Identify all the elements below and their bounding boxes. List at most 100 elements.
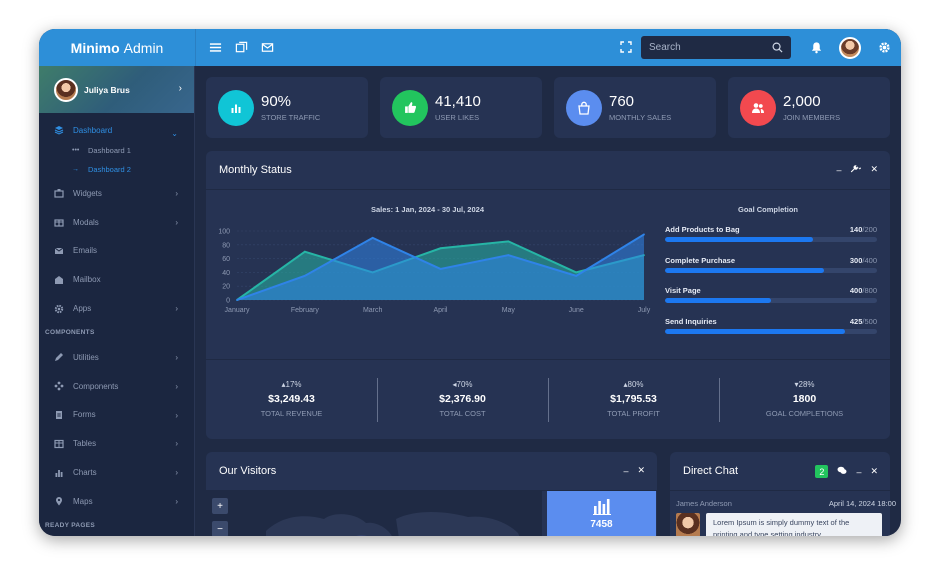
- chevron-right-icon: ›: [175, 381, 178, 391]
- hamburger-menu-icon[interactable]: [208, 41, 222, 55]
- sidebar-item-maps[interactable]: Maps ›: [39, 487, 194, 516]
- visitor-count-panel: 7458: [547, 491, 656, 536]
- brand-bold: Minimo: [70, 39, 120, 56]
- y-tick-label: 40: [222, 270, 230, 277]
- fullscreen-icon[interactable]: [620, 41, 632, 53]
- sidebar-item-apps[interactable]: Apps ›: [39, 294, 194, 323]
- sidebar-item-widgets[interactable]: Widgets ›: [39, 179, 194, 208]
- stat-card-monthly-sales: 760 MONTHLY SALES: [554, 77, 716, 138]
- goal-progress-fill: [665, 298, 771, 303]
- chevron-down-icon: ⌄: [171, 129, 178, 138]
- x-tick-label: January: [225, 307, 250, 314]
- summary-percent: 70%: [456, 379, 473, 389]
- stat-label: STORE TRAFFIC: [261, 113, 321, 122]
- bell-icon[interactable]: [809, 41, 823, 55]
- goal-total: /500: [862, 317, 877, 326]
- sidebar-subitem-dashboard-1[interactable]: ••• Dashboard 1: [39, 141, 194, 160]
- goal-progress-bar: [665, 237, 877, 242]
- goal-progress-fill: [665, 268, 824, 273]
- y-tick-label: 80: [222, 242, 230, 249]
- data-point: [643, 233, 645, 236]
- brand-rest: Admin: [123, 39, 164, 56]
- gear-icon[interactable]: [877, 41, 891, 55]
- zoom-in-button[interactable]: +: [212, 498, 228, 514]
- stat-card-join-members: 2,000 JOIN MEMBERS: [728, 77, 890, 138]
- sidebar-item-utilities[interactable]: Utilities ›: [39, 343, 194, 372]
- document-icon: [54, 410, 64, 420]
- sidebar-subitem-label: Dashboard 1: [88, 146, 131, 155]
- bar-chart-icon: [218, 89, 254, 126]
- bar-chart-icon: [54, 468, 64, 478]
- y-tick-label: 60: [222, 256, 230, 263]
- top-bar: Minimo Admin: [39, 29, 901, 66]
- sidebar-item-forms[interactable]: Forms ›: [39, 401, 194, 430]
- sidebar-subitem-dashboard-2[interactable]: → Dashboard 2: [39, 160, 194, 179]
- pencil-icon: [54, 352, 64, 362]
- card-header: Monthly Status ‒ ✕: [206, 151, 890, 190]
- summary-amount: 1800: [792, 392, 817, 405]
- sidebar-item-tables[interactable]: Tables ›: [39, 429, 194, 458]
- summary-amount: $3,249.43: [268, 392, 315, 405]
- wrench-icon[interactable]: [850, 164, 862, 175]
- search-icon[interactable]: [772, 42, 783, 53]
- user-panel[interactable]: Juliya Brus ›: [39, 66, 194, 113]
- search-input[interactable]: [649, 42, 772, 53]
- goal-label: Send Inquiries: [665, 317, 717, 326]
- table-icon: [54, 439, 64, 449]
- sidebar-item-dashboard[interactable]: Dashboard ⌄: [39, 119, 194, 141]
- sidebar-item-components[interactable]: Components ›: [39, 372, 194, 401]
- goal-current: 425: [849, 317, 863, 326]
- email-icon[interactable]: [260, 41, 274, 55]
- direct-chat-card: Direct Chat 2 ‒ ✕ James Anderson April 14…: [670, 452, 896, 536]
- y-tick-label: 20: [222, 284, 230, 291]
- stat-card-store-traffic: 90% STORE TRAFFIC: [206, 77, 368, 138]
- sidebar-item-label: Dashboard: [73, 125, 113, 135]
- goal-label: Add Products to Bag: [665, 225, 740, 234]
- goal-progress-bar: [665, 298, 877, 303]
- zoom-out-button[interactable]: −: [212, 521, 228, 536]
- minimize-icon[interactable]: ‒: [623, 466, 628, 476]
- sidebar-item-label: Apps: [73, 304, 92, 314]
- chat-bubble: Lorem Ipsum is simply dummy text of the …: [706, 513, 882, 536]
- close-icon[interactable]: ✕: [637, 465, 645, 476]
- brand-logo[interactable]: Minimo Admin: [39, 29, 195, 66]
- sidebar-subitem-label: Dashboard 2: [88, 165, 131, 174]
- goal-item: Add Products to Bag 140/200: [665, 225, 877, 242]
- close-icon[interactable]: ✕: [870, 466, 878, 477]
- sidebar-item-mailbox[interactable]: Mailbox: [39, 265, 194, 294]
- windows-icon[interactable]: [234, 41, 248, 55]
- sidebar-menu: Dashboard ⌄ ••• Dashboard 1 → Dashboard …: [39, 113, 194, 536]
- chevron-right-icon: ›: [178, 83, 182, 94]
- summary-label: TOTAL PROFIT: [607, 408, 660, 418]
- summary-amount: $1,795.53: [610, 392, 657, 405]
- sales-area-chart: 0 20 40 60 80 100 January February March April May…: [218, 229, 650, 315]
- chat-bubble-icon[interactable]: [837, 466, 847, 477]
- stat-value: 760: [609, 93, 635, 110]
- bar-chart-icon: [592, 499, 611, 515]
- summary-row: ▴17% $3,249.43 TOTAL REVENUE ◂70% $2,376…: [206, 359, 890, 437]
- sidebar-item-emails[interactable]: Emails: [39, 237, 194, 266]
- close-icon[interactable]: ✕: [870, 164, 878, 175]
- goal-item: Visit Page 400/800: [665, 286, 877, 303]
- data-point: [303, 250, 306, 253]
- summary-label: TOTAL REVENUE: [260, 408, 323, 418]
- y-tick-label: 100: [218, 229, 230, 236]
- x-tick-label: March: [363, 307, 383, 314]
- unread-badge: 2: [815, 465, 829, 478]
- sidebar-item-label: Charts: [73, 468, 97, 478]
- chat-timestamp: April 14, 2024 18:00: [828, 499, 896, 508]
- user-avatar[interactable]: [839, 36, 861, 59]
- sidebar-item-modals[interactable]: Modals ›: [39, 208, 194, 237]
- sidebar-item-label: Emails: [73, 246, 98, 256]
- sidebar-item-charts[interactable]: Charts ›: [39, 458, 194, 487]
- data-point: [575, 274, 578, 277]
- navbar: [195, 29, 901, 66]
- user-panel-avatar: [54, 77, 78, 102]
- world-map[interactable]: + −: [206, 491, 542, 536]
- minimize-icon[interactable]: ‒: [836, 165, 841, 175]
- minimize-icon[interactable]: ‒: [856, 467, 861, 477]
- goal-total: /400: [862, 256, 877, 265]
- summary-total-revenue: ▴17% $3,249.43 TOTAL REVENUE: [206, 360, 377, 437]
- y-tick-label: 0: [226, 298, 230, 305]
- stat-card-user-likes: 41,410 USER LIKES: [380, 77, 542, 138]
